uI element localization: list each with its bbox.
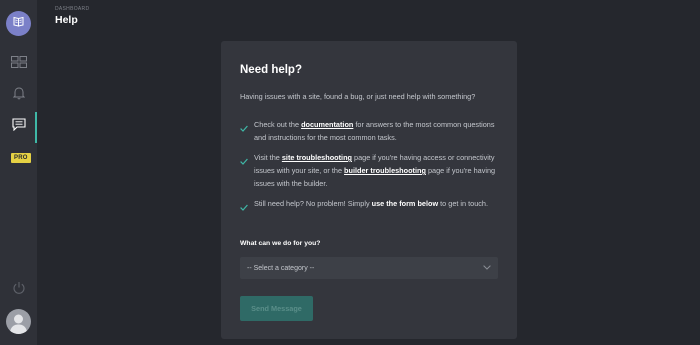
breadcrumb[interactable]: DASHBOARD xyxy=(55,6,89,12)
bell-icon xyxy=(12,86,25,105)
site-troubleshooting-link[interactable]: site troubleshooting xyxy=(282,153,352,162)
tip-text: Visit the site troubleshooting page if y… xyxy=(254,151,502,190)
category-label: What can we do for you? xyxy=(240,240,321,247)
tip-text-segment: to get in touch. xyxy=(438,199,489,208)
sidebar-item-notifications[interactable] xyxy=(0,84,37,106)
check-icon xyxy=(240,151,254,190)
active-indicator xyxy=(35,112,37,143)
list-item: Still need help? No problem! Simply use … xyxy=(240,197,502,216)
message-icon xyxy=(11,118,26,136)
sidebar-item-dashboard[interactable] xyxy=(0,53,37,75)
check-icon xyxy=(240,197,254,216)
pro-badge[interactable]: PRO xyxy=(11,153,31,163)
chevron-down-icon xyxy=(483,264,491,272)
form-emphasis: use the form below xyxy=(371,199,439,208)
tip-text-segment: Check out the xyxy=(254,120,302,129)
avatar[interactable] xyxy=(6,309,31,334)
documentation-link[interactable]: documentation xyxy=(301,120,353,129)
builder-troubleshooting-link[interactable]: builder troubleshooting xyxy=(344,166,426,175)
list-item: Check out the documentation for answers … xyxy=(240,118,502,144)
list-item: Visit the site troubleshooting page if y… xyxy=(240,151,502,190)
card-title: Need help? xyxy=(240,64,302,76)
power-icon xyxy=(12,281,26,300)
book-icon xyxy=(12,15,25,33)
sidebar: PRO xyxy=(0,0,37,345)
grid-icon xyxy=(10,55,27,73)
tip-text: Check out the documentation for answers … xyxy=(254,118,502,144)
user-avatar-icon xyxy=(6,314,31,334)
help-card: Need help? Having issues with a site, fo… xyxy=(221,41,517,339)
sidebar-item-help[interactable] xyxy=(0,116,37,138)
category-select[interactable]: -- Select a category -- xyxy=(240,257,498,279)
page-title: Help xyxy=(55,14,78,26)
tip-text-segment: Still need help? No problem! Simply xyxy=(254,199,372,208)
send-message-button[interactable]: Send Message xyxy=(240,296,313,321)
tip-text: Still need help? No problem! Simply use … xyxy=(254,197,488,216)
category-select-value: -- Select a category -- xyxy=(247,264,315,272)
check-icon xyxy=(240,118,254,144)
tip-text-segment: Visit the xyxy=(254,153,282,162)
power-button[interactable] xyxy=(0,281,37,299)
intro-text: Having issues with a site, found a bug, … xyxy=(240,92,476,101)
app-logo[interactable] xyxy=(6,11,31,36)
